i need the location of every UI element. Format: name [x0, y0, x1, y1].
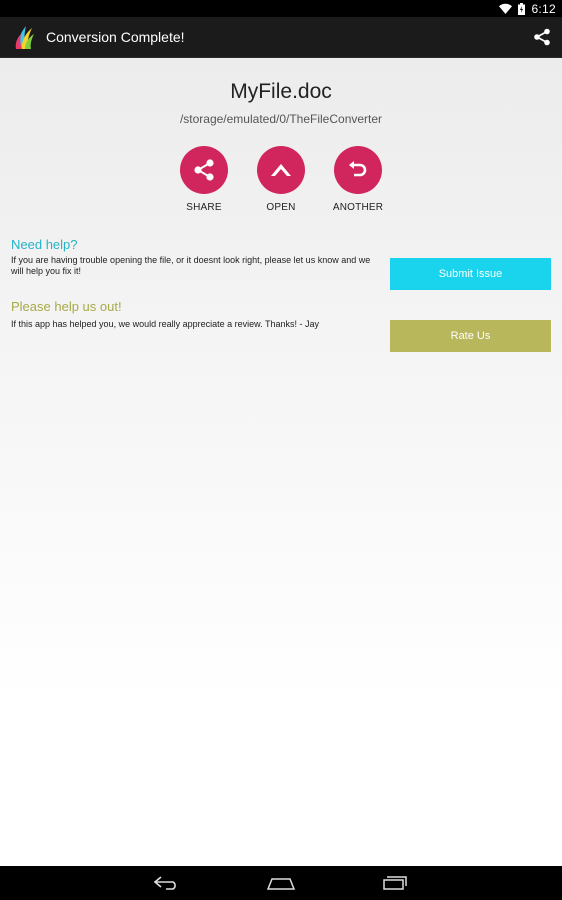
another-label: ANOTHER — [332, 202, 384, 213]
undo-icon — [349, 161, 367, 177]
app-logo-icon — [14, 24, 36, 50]
another-circle[interactable] — [334, 146, 382, 194]
open-label: OPEN — [266, 202, 296, 213]
share-button[interactable]: SHARE — [180, 146, 228, 213]
review-text: If this app has helped you, we would rea… — [11, 319, 320, 329]
wifi-icon — [499, 3, 513, 14]
file-path: /storage/emulated/0/TheFileConverter — [179, 112, 383, 126]
chevron-up-icon — [271, 164, 291, 176]
share-icon[interactable] — [522, 17, 562, 58]
content-area: MyFile.doc /storage/emulated/0/TheFileCo… — [0, 58, 562, 866]
another-button[interactable]: ANOTHER — [332, 146, 384, 213]
submit-issue-button[interactable]: Submit Issue — [390, 258, 551, 290]
status-time: 6:12 — [531, 1, 556, 16]
file-name: MyFile.doc — [230, 80, 332, 103]
open-circle[interactable] — [257, 146, 305, 194]
rate-us-button[interactable]: Rate Us — [390, 320, 551, 352]
back-icon[interactable] — [149, 871, 185, 895]
share-circle[interactable] — [180, 146, 228, 194]
open-button[interactable]: OPEN — [257, 146, 305, 213]
battery-icon — [518, 2, 526, 15]
need-help-title: Need help? — [11, 237, 78, 252]
review-title: Please help us out! — [11, 299, 122, 314]
navigation-bar — [0, 866, 562, 900]
share-label: SHARE — [186, 202, 222, 213]
action-bar-title: Conversion Complete! — [46, 29, 185, 45]
status-bar: 6:12 — [0, 0, 562, 17]
home-icon[interactable] — [263, 871, 299, 895]
share-icon — [194, 159, 214, 181]
recents-icon[interactable] — [377, 871, 413, 895]
action-bar: Conversion Complete! — [0, 17, 562, 58]
action-buttons: SHARE OPEN ANOTHER — [0, 146, 562, 213]
need-help-text: If you are having trouble opening the fi… — [11, 255, 371, 276]
